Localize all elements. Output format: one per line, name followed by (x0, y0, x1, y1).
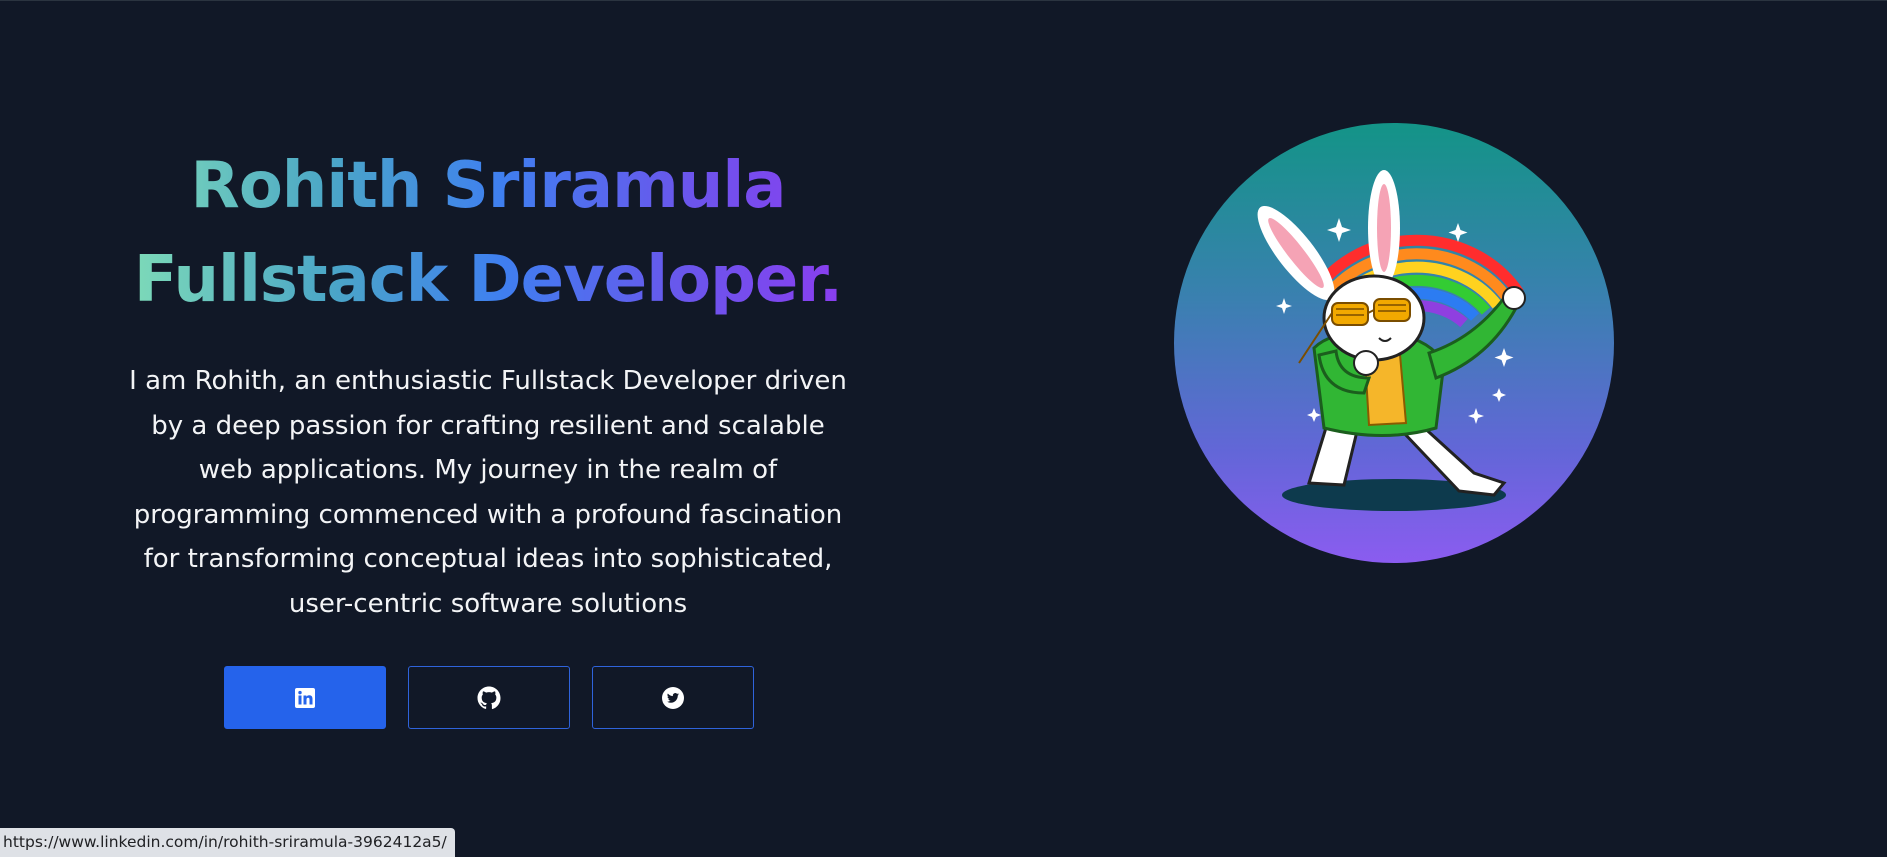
github-icon (477, 686, 501, 709)
twitter-button[interactable] (592, 666, 754, 729)
page: Rohith Sriramula Fullstack Developer. I … (0, 0, 1887, 857)
linkedin-icon (295, 687, 315, 708)
social-links (224, 666, 754, 729)
hero-section: Rohith Sriramula Fullstack Developer. I … (128, 139, 848, 626)
twitter-icon (662, 686, 684, 709)
hero-role: Fullstack Developer. (133, 243, 843, 317)
dabbing-rabbit-illustration (1257, 170, 1526, 511)
linkedin-button[interactable] (224, 666, 386, 729)
status-bar-url: https://www.linkedin.com/in/rohith-srira… (0, 828, 455, 857)
hero-title: Rohith Sriramula Fullstack Developer. (128, 139, 848, 327)
hero-bio: I am Rohith, an enthusiastic Fullstack D… (129, 366, 847, 619)
hero-name: Rohith Sriramula (190, 149, 786, 223)
github-button[interactable] (408, 666, 570, 729)
avatar (1174, 123, 1614, 563)
